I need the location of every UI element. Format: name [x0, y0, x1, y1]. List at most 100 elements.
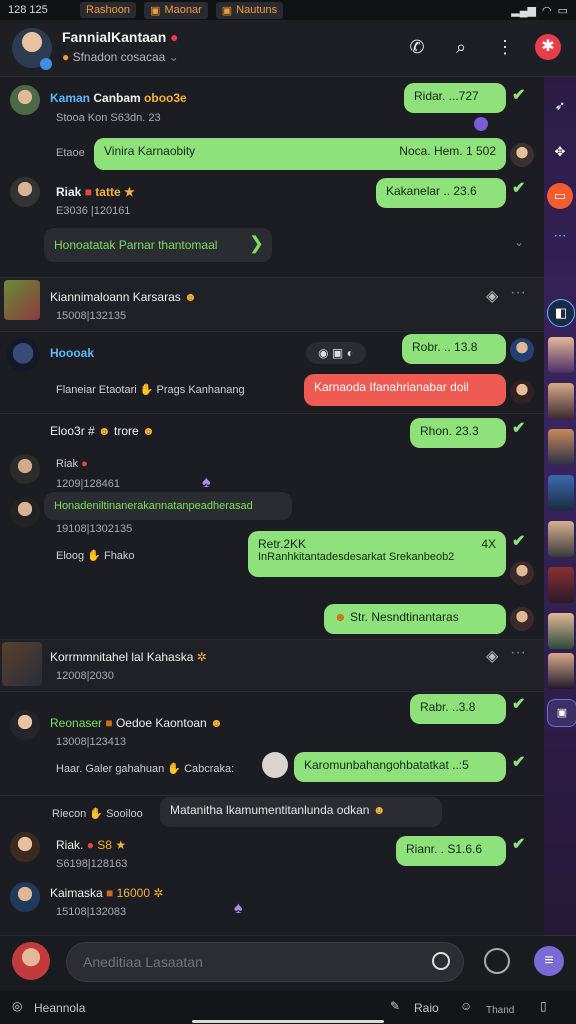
avatar[interactable] [510, 607, 534, 631]
chevron-down-icon[interactable]: ⌄ [169, 50, 179, 64]
thumbnail[interactable] [548, 383, 574, 419]
pin-icon[interactable]: ◈ [486, 286, 498, 306]
hand-icon: ✋ [89, 808, 104, 820]
pin-icon[interactable]: ◈ [486, 646, 498, 666]
search-icon[interactable]: ⌕ [448, 34, 474, 60]
camera-icon[interactable] [484, 948, 510, 974]
thumbnail[interactable] [548, 337, 574, 373]
message-group: Korrmmnitahel lal Kahaska ✲ 12008|2030 ◈… [0, 640, 544, 690]
avatar[interactable] [10, 177, 40, 207]
app-icon[interactable]: ▭ [547, 183, 573, 209]
message-meta: 1209|128461 [56, 478, 121, 490]
message-meta: Stooa Kon S63dn. 23 [56, 112, 161, 124]
message-bubble-incoming[interactable]: Honadeniltinanerakannatanpeadherasad [44, 492, 292, 520]
avatar[interactable] [510, 380, 534, 404]
avatar[interactable] [10, 882, 40, 912]
more-icon[interactable]: ··· [510, 644, 526, 662]
thumbnail[interactable] [548, 613, 574, 649]
orange-dot-icon: ● [62, 50, 70, 64]
message-bubble-outgoing[interactable]: Karomunbahangohbatatkat ..:5 [294, 752, 506, 782]
message-group: Kiannimaloann Karsaras ☻ 15008|132135 ◈ … [0, 278, 544, 330]
message-meta: E3036 |120161 [56, 205, 131, 217]
send-icon[interactable]: ≡ [534, 946, 564, 976]
avatar[interactable] [510, 561, 534, 585]
avatar[interactable] [510, 338, 534, 362]
thumbnail[interactable] [2, 642, 42, 686]
bottom-third-label[interactable]: Thand [486, 1005, 514, 1016]
message-composer: ≡ [0, 935, 576, 992]
message-meta: Flaneiar Etaotari ✋ Prags Kanhanang [56, 384, 245, 396]
sender-name[interactable]: Reonaser ■ Oedoe Kaontoan ☻ [50, 716, 223, 730]
avatar[interactable] [510, 143, 534, 167]
compass-icon[interactable]: ◎ [12, 999, 22, 1013]
emoji-icon[interactable]: ☺ [460, 999, 472, 1013]
message-bubble-alert[interactable]: Karnaoda Ifanahrianabar doil [304, 374, 506, 406]
reaction-icon[interactable]: ♠ [234, 900, 243, 918]
sender-name[interactable]: Korrmmnitahel lal Kahaska ✲ [50, 650, 207, 664]
message-bubble-outgoing[interactable]: Vinira Karnaobity Noca. Hem. 1 502 [94, 138, 506, 170]
message-list[interactable]: Kaman Canbam oboo3e Stooa Kon S63dn. 23 … [0, 77, 544, 935]
settings-icon[interactable]: ✱ [535, 34, 561, 60]
avatar[interactable] [10, 85, 40, 115]
message-meta: Etaoe [56, 147, 85, 159]
more-icon[interactable]: ··· [510, 284, 526, 302]
share-icon[interactable]: ◧ [547, 299, 575, 327]
user-avatar[interactable] [12, 942, 50, 980]
sender-name[interactable]: Eloo3r # ☻ trore ☻ [50, 424, 155, 438]
sender-name[interactable]: Kiannimaloann Karsaras ☻ [50, 290, 197, 304]
message-bubble-outgoing[interactable]: Rhon. 23.3 [410, 418, 506, 448]
sender-name[interactable]: Hoooak [50, 346, 94, 360]
chevron-down-icon[interactable]: ⌄ [514, 235, 524, 249]
pin-icon[interactable]: ✥ [547, 139, 573, 165]
sender-name[interactable]: Kaimaska ■ 16000 ✲ [50, 886, 163, 900]
message-bubble-outgoing[interactable]: Ridar. ...727 [404, 83, 506, 113]
message-bubble-outgoing[interactable]: Robr. .. 13.8 [402, 334, 506, 364]
notification-chip-2[interactable]: ▣ Maonar [144, 1, 208, 19]
thumbnail[interactable] [548, 521, 574, 557]
sender-name[interactable]: Riak ■ tatte ★ [56, 185, 135, 199]
notification-chip-1[interactable]: Rashoon [80, 2, 137, 18]
link-preview[interactable]: Honoatatak Parnar thantomaal ❯ [44, 228, 272, 262]
avatar[interactable] [6, 338, 40, 372]
app-icon[interactable]: ▣ [547, 699, 576, 727]
status-bar: 128 125 Rashoon ▣ Maonar ▣ Nautuns ▂▄▆ ◠ ▭ [0, 0, 576, 20]
message-bubble-outgoing[interactable]: ☻ Str. Nesndtinantaras [324, 604, 506, 634]
mic-icon[interactable] [432, 952, 450, 970]
thumbnail[interactable] [548, 653, 574, 689]
message-bubble-outgoing[interactable]: Kakanelar .. 23.6 [376, 178, 506, 208]
message-input[interactable] [66, 942, 464, 982]
sticker-icon[interactable] [262, 752, 288, 778]
avatar[interactable] [10, 497, 40, 527]
message-bubble-outgoing[interactable]: Retr.2KK 4X InRanhkitantadesdesarkat Srek… [248, 531, 506, 577]
message-bubble-outgoing[interactable]: Rianr. . S1.6.6 [396, 836, 506, 866]
thumbnail[interactable] [4, 280, 40, 320]
thumbnail[interactable] [548, 429, 574, 465]
bottom-right-label[interactable]: Raio [414, 1001, 439, 1015]
thumbnail[interactable] [548, 567, 574, 603]
info-icon[interactable]: ▯ [540, 999, 547, 1013]
notification-chip-3[interactable]: ▣ Nautuns [215, 1, 284, 19]
reaction-icon[interactable] [474, 117, 488, 131]
message-meta: 15008|132135 [56, 310, 127, 322]
avatar[interactable] [10, 710, 40, 740]
more-icon[interactable]: ⋮ [492, 34, 518, 60]
media-controls[interactable]: ◉ ▣ ◐ [306, 342, 366, 364]
rocket-icon[interactable]: ➶ [547, 93, 573, 119]
message-bubble-incoming[interactable]: Matanitha lkamumentitanlunda odkan ☻ [160, 797, 442, 827]
message-group: Kaimaska ■ 16000 ✲ 15108|132083 ♠ [0, 882, 544, 935]
message-meta: S6198|128163 [56, 858, 128, 870]
message-bubble-outgoing[interactable]: Rabr. ..3.8 [410, 694, 506, 724]
pen-icon[interactable]: ✎ [390, 999, 400, 1013]
phone-icon[interactable]: ✆ [404, 34, 430, 60]
sender-name[interactable]: Kaman Canbam oboo3e [50, 91, 187, 105]
thumbnail[interactable] [548, 475, 574, 511]
chat-icon[interactable]: ⋯ [547, 223, 573, 249]
bottom-left-label[interactable]: Heannola [34, 1001, 85, 1015]
avatar[interactable] [10, 832, 40, 862]
app-icon: ▣ [221, 4, 233, 17]
reaction-icon[interactable]: ♠ [202, 474, 211, 492]
chevron-right-icon: ❯ [248, 233, 264, 253]
sender-name[interactable]: Riak. ● S8 ★ [56, 838, 126, 852]
chat-title[interactable]: FannialKantaan ● [62, 29, 179, 45]
avatar[interactable] [10, 454, 40, 484]
